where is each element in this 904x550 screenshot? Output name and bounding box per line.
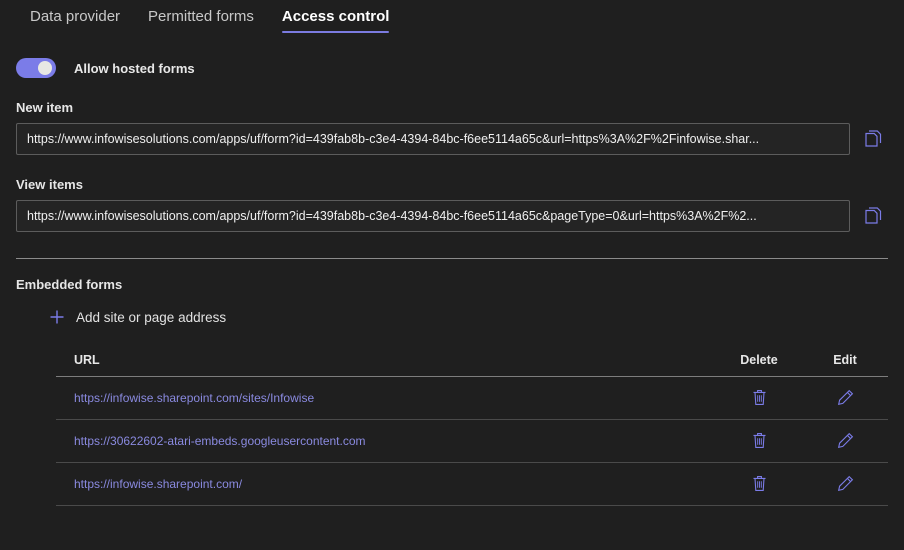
add-site-label: Add site or page address — [76, 309, 227, 325]
tab-data-provider[interactable]: Data provider — [16, 6, 134, 35]
new-item-field-group: New item https://www.infowisesolutions.c… — [0, 100, 904, 155]
allow-hosted-forms-label: Allow hosted forms — [74, 60, 195, 76]
cell-edit — [802, 385, 888, 411]
table-header-row: URL Delete Edit — [56, 344, 888, 377]
tab-label: Data provider — [30, 8, 121, 25]
embedded-forms-title: Embedded forms — [16, 277, 123, 292]
copy-icon[interactable] — [858, 124, 888, 154]
table-row: https://infowise.sharepoint.com/sites/In… — [56, 377, 888, 420]
new-item-label: New item — [16, 100, 74, 115]
allow-hosted-forms-toggle[interactable] — [16, 58, 56, 78]
active-tab-indicator — [281, 31, 390, 33]
column-header-url: URL — [74, 353, 100, 367]
url-link[interactable]: https://infowise.sharepoint.com/sites/In… — [74, 391, 314, 405]
url-link[interactable]: https://30622602-atari-embeds.googleuser… — [74, 434, 366, 448]
tab-access-control[interactable]: Access control — [268, 6, 404, 35]
cell-url: https://infowise.sharepoint.com/sites/In… — [56, 389, 716, 407]
embedded-forms-table: URL Delete Edit https://infowise.sharepo… — [56, 344, 888, 506]
cell-edit — [802, 471, 888, 497]
section-divider — [16, 258, 888, 259]
toggle-knob — [38, 61, 52, 75]
tab-label: Access control — [281, 8, 390, 25]
trash-icon[interactable] — [747, 471, 771, 495]
tab-label: Permitted forms — [148, 8, 254, 25]
table-row: https://infowise.sharepoint.com/ — [56, 463, 888, 506]
allow-hosted-forms-row: Allow hosted forms — [16, 58, 904, 78]
cell-url: https://30622602-atari-embeds.googleuser… — [56, 432, 716, 450]
pencil-icon[interactable] — [833, 428, 857, 452]
tab-permitted-forms[interactable]: Permitted forms — [134, 6, 268, 35]
trash-icon[interactable] — [747, 385, 771, 409]
cell-url: https://infowise.sharepoint.com/ — [56, 475, 716, 493]
column-header-delete: Delete — [740, 353, 778, 367]
cell-edit — [802, 428, 888, 454]
tab-bar: Data provider Permitted forms Access con… — [0, 0, 904, 40]
view-items-label: View items — [16, 177, 83, 192]
add-site-or-page-address-button[interactable]: Add site or page address — [48, 308, 226, 326]
cell-delete — [716, 428, 802, 454]
url-link[interactable]: https://infowise.sharepoint.com/ — [74, 477, 242, 491]
view-items-field-group: View items https://www.infowisesolutions… — [0, 177, 904, 232]
new-item-row: https://www.infowisesolutions.com/apps/u… — [16, 123, 888, 155]
pencil-icon[interactable] — [833, 471, 857, 495]
new-item-input[interactable]: https://www.infowisesolutions.com/apps/u… — [16, 123, 850, 155]
view-items-input[interactable]: https://www.infowisesolutions.com/apps/u… — [16, 200, 850, 232]
copy-icon[interactable] — [858, 201, 888, 231]
table-row: https://30622602-atari-embeds.googleuser… — [56, 420, 888, 463]
trash-icon[interactable] — [747, 428, 771, 452]
plus-icon — [48, 308, 66, 326]
cell-delete — [716, 471, 802, 497]
view-items-row: https://www.infowisesolutions.com/apps/u… — [16, 200, 888, 232]
cell-delete — [716, 385, 802, 411]
pencil-icon[interactable] — [833, 385, 857, 409]
column-header-edit: Edit — [833, 353, 857, 367]
